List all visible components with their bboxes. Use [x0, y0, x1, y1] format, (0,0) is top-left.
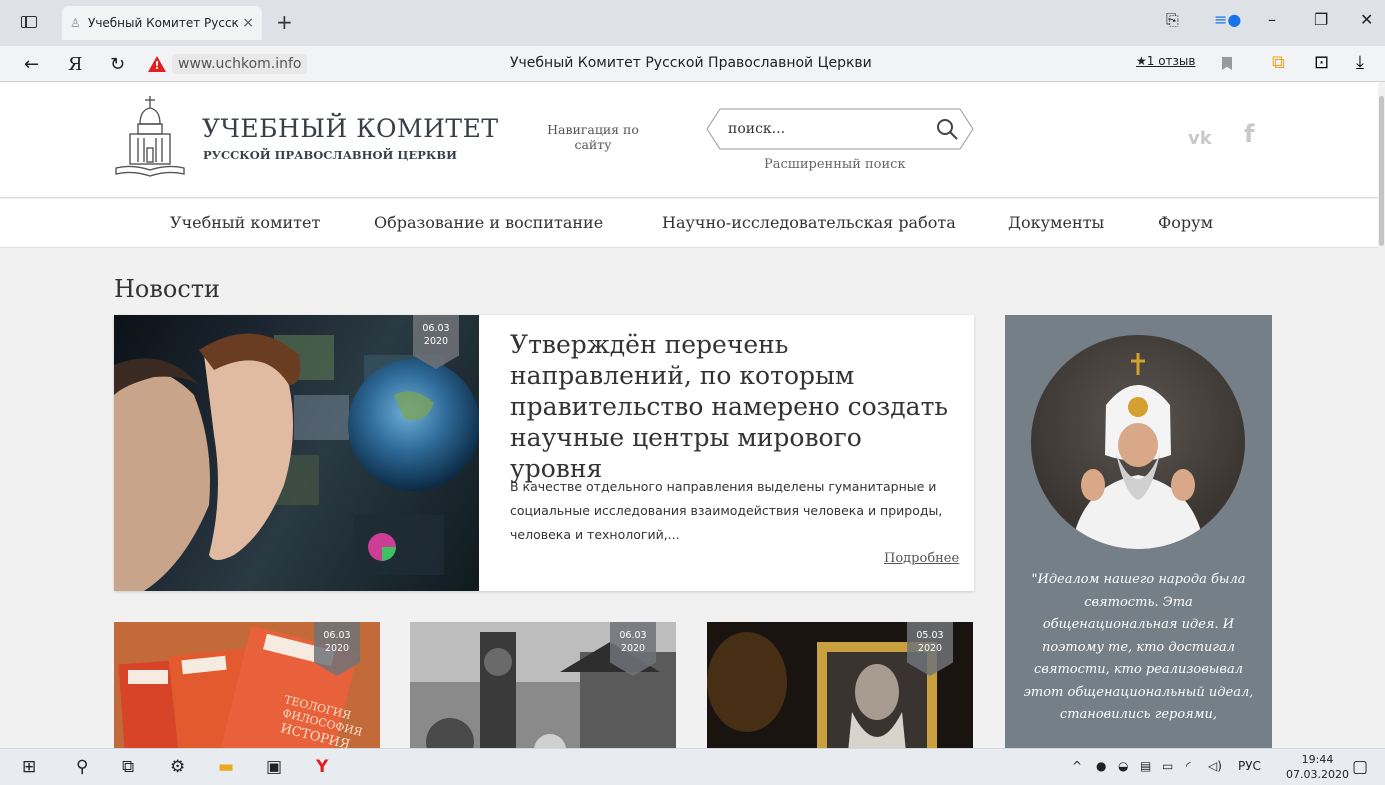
bookmark-icon[interactable] [1222, 57, 1232, 70]
yandex-icon[interactable]: Я [68, 54, 83, 75]
read-more-link[interactable]: Подробнее [884, 551, 959, 566]
featured-news-card[interactable]: 06.03 2020 Утверждён перечень направлени… [114, 315, 974, 591]
featured-news-image[interactable]: 06.03 2020 [114, 315, 479, 591]
pin-icon[interactable]: ⎘ [1166, 10, 1179, 30]
action-center-icon[interactable]: ▢ [1352, 757, 1368, 777]
warning-icon[interactable]: ! [148, 56, 166, 72]
date-day: 06.03 [422, 323, 450, 334]
search-icon[interactable] [934, 116, 960, 142]
featured-news-excerpt: В качестве отдельного направления выделе… [510, 479, 943, 542]
page-scrollbar[interactable] [1378, 82, 1385, 748]
quote-panel: "Идеалом нашего народа была святость. Эт… [1005, 315, 1272, 748]
tab-close-icon[interactable]: × [242, 15, 254, 31]
volume-icon[interactable]: ◁) [1208, 759, 1222, 773]
maximize-button[interactable]: ❐ [1314, 10, 1328, 29]
wifi-icon[interactable]: ◜ [1186, 759, 1191, 773]
yandex-browser-icon[interactable]: Y [316, 757, 328, 777]
favicon-icon: ♙ [70, 16, 81, 30]
patriarch-portrait[interactable] [1031, 335, 1245, 549]
cloud-icon[interactable]: ◒ [1118, 759, 1128, 773]
date-year: 2020 [620, 643, 646, 654]
menu-item-education[interactable]: Образование и воспитание [374, 213, 603, 232]
sidebar-icon [21, 16, 37, 28]
language-indicator[interactable]: РУС [1238, 759, 1261, 773]
date-day: 06.03 [323, 630, 351, 641]
date-year: 2020 [917, 643, 943, 654]
logo-title[interactable]: УЧЕБНЫЙ КОМИТЕТ [202, 114, 499, 143]
close-window-button[interactable]: ✕ [1360, 10, 1373, 29]
date-day: 06.03 [619, 630, 647, 641]
clock-time: 19:44 [1301, 753, 1334, 766]
search-box [706, 108, 974, 150]
windows-taskbar: ⊞ ⚲ ⧉ ⚙ ▬ ▣ Y ^ ● ◒ ▤ ▭ ◜ ◁) РУС 19:44 0… [0, 748, 1385, 785]
site-navigation-link[interactable]: Навигация по сайту [528, 122, 658, 152]
news-card[interactable]: ТЕОЛОГИЯ ФИЛОСОФИЯ ИСТОРИЯ 06.03 2020 [114, 622, 380, 748]
back-icon[interactable]: ← [24, 54, 39, 75]
news-card[interactable]: 05.03 2020 [707, 622, 973, 748]
facebook-icon[interactable]: f [1244, 120, 1254, 148]
new-tab-button[interactable]: + [276, 10, 293, 34]
browser-tab-bar: ♙ Учебный Комитет Русск × + ⎘ ≡● – ❐ ✕ [0, 0, 1385, 46]
main-menu: Учебный комитет Образование и воспитание… [0, 199, 1378, 248]
microphone-icon[interactable]: ● [1096, 759, 1106, 773]
store-icon[interactable]: ▣ [266, 757, 282, 777]
file-explorer-icon[interactable]: ▬ [218, 757, 234, 777]
menu-item-research[interactable]: Научно-исследовательская работа [662, 213, 956, 232]
menu-item-forum[interactable]: Форум [1158, 213, 1213, 232]
url-text: www.uchkom.info [172, 54, 308, 74]
logo-subtitle[interactable]: РУССКОЙ ПРАВОСЛАВНОЙ ЦЕРКВИ [203, 148, 457, 162]
minimize-button[interactable]: – [1268, 10, 1276, 29]
windows-start-icon[interactable]: ⊞ [22, 757, 36, 777]
download-icon[interactable]: ⤓ [1356, 52, 1364, 73]
news-section-title: Новости [114, 275, 221, 303]
settings-gear-icon[interactable]: ⚙ [170, 757, 185, 777]
menu-item-documents[interactable]: Документы [1008, 213, 1104, 232]
reviews-link[interactable]: ★1 отзыв [1136, 54, 1195, 68]
battery-icon[interactable]: ▭ [1162, 759, 1173, 773]
featured-news-title[interactable]: Утверждён перечень направлений, по котор… [510, 329, 960, 484]
collections-icon[interactable]: ⧉ [1272, 52, 1285, 73]
scrollbar-thumb[interactable] [1379, 96, 1384, 246]
date-year: 2020 [324, 643, 350, 654]
taskbar-search-icon[interactable]: ⚲ [76, 757, 88, 777]
web-page: УЧЕБНЫЙ КОМИТЕТ РУССКОЙ ПРАВОСЛАВНОЙ ЦЕР… [0, 82, 1378, 748]
church-logo-icon[interactable] [112, 94, 188, 184]
page-title: Учебный Комитет Русской Православной Цер… [510, 55, 872, 71]
sidebar-toggle-button[interactable] [16, 10, 42, 34]
browser-tab[interactable]: ♙ Учебный Комитет Русск × [62, 6, 262, 40]
date-day: 05.03 [916, 630, 944, 641]
site-header: УЧЕБНЫЙ КОМИТЕТ РУССКОЙ ПРАВОСЛАВНОЙ ЦЕР… [0, 82, 1378, 198]
patriarch-illustration [1071, 353, 1205, 549]
task-view-icon[interactable]: ⧉ [122, 757, 134, 777]
menu-item-committee[interactable]: Учебный комитет [170, 213, 320, 232]
tray-chevron-icon[interactable]: ^ [1072, 759, 1082, 773]
quote-text: "Идеалом нашего народа была святость. Эт… [1023, 572, 1254, 722]
menu-icon[interactable]: ≡● [1214, 10, 1241, 29]
system-clock[interactable]: 19:44 07.03.2020 [1286, 752, 1349, 782]
date-year: 2020 [423, 336, 449, 347]
tab-title: Учебный Комитет Русск [88, 16, 239, 30]
clock-date: 07.03.2020 [1286, 768, 1349, 781]
translate-icon[interactable]: ⊡ [1314, 52, 1329, 73]
news-card[interactable]: 06.03 2020 [410, 622, 676, 748]
url-field[interactable]: ! www.uchkom.info [148, 52, 316, 76]
notification-app-icon[interactable]: ▤ [1140, 759, 1151, 773]
address-bar: ← Я ↻ ! www.uchkom.info Учебный Комитет … [0, 46, 1385, 82]
advanced-search-link[interactable]: Расширенный поиск [764, 157, 906, 172]
vk-icon[interactable]: vk [1188, 128, 1212, 149]
reload-icon[interactable]: ↻ [110, 54, 125, 75]
search-input[interactable] [728, 118, 928, 140]
